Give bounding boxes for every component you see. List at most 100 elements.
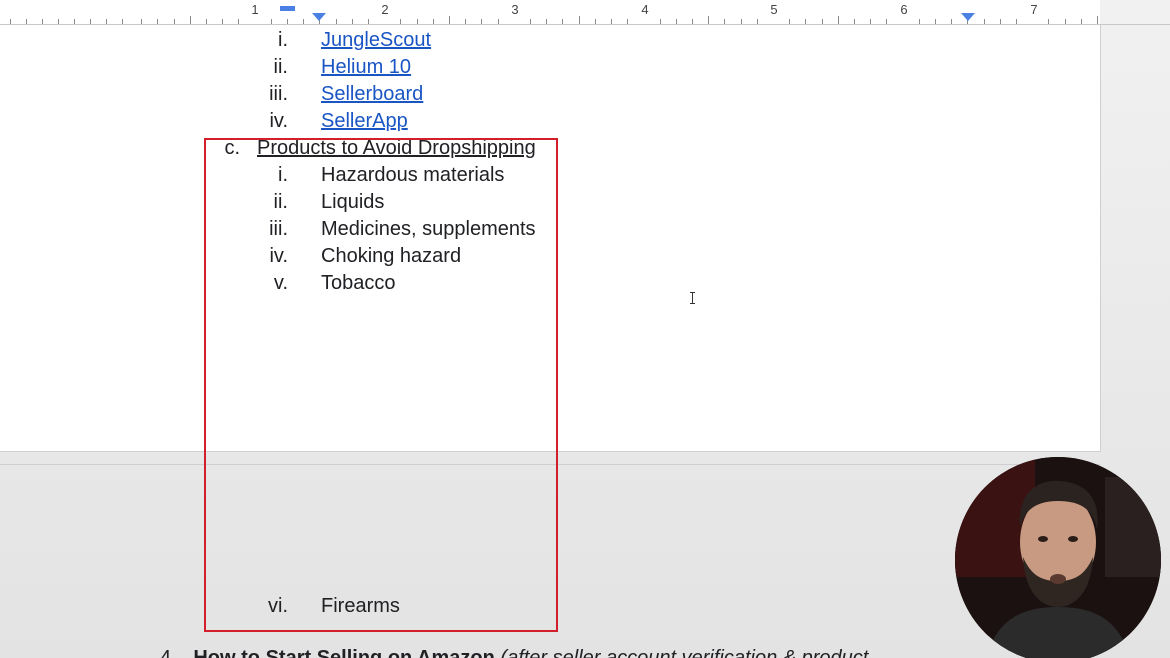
- ruler-number-7: 7: [1030, 2, 1038, 17]
- ruler-tick: [546, 19, 547, 24]
- list-item: iv. SellerApp: [248, 108, 648, 135]
- ruler-tick: [26, 19, 27, 24]
- list-item: v. Tobacco: [248, 270, 648, 297]
- ruler-tick: [951, 19, 952, 24]
- section-heading: c. Products to Avoid Dropshipping: [200, 135, 600, 162]
- ruler-tick: [400, 19, 401, 24]
- next-section-subtitle: (after seller account verification & pro…: [500, 647, 869, 658]
- ruler-tick: [708, 16, 709, 24]
- ruler-tick: [1081, 19, 1082, 24]
- link-helium-10[interactable]: Helium 10: [321, 54, 411, 81]
- ruler-number-5: 5: [770, 2, 778, 17]
- ruler-tick: [789, 19, 790, 24]
- ruler-tick: [141, 19, 142, 24]
- link-junglescout[interactable]: JungleScout: [321, 27, 431, 54]
- ruler-tick: [692, 19, 693, 24]
- ruler-tick: [870, 19, 871, 24]
- ruler-tick: [627, 19, 628, 24]
- list-item: ii. Liquids: [248, 189, 648, 216]
- text-cursor-icon: [690, 292, 696, 304]
- link-sellerboard[interactable]: Sellerboard: [321, 81, 423, 108]
- document-stage: 1 2 3 4 5 6 7 i. JungleScout ii. Helium …: [0, 0, 1170, 658]
- list-item-text: Hazardous materials: [321, 164, 505, 186]
- list-item-text: Liquids: [321, 191, 385, 213]
- next-section-title: How to Start Selling on Amazon: [193, 647, 495, 658]
- ruler-tick: [530, 19, 531, 24]
- ruler-tick: [935, 19, 936, 24]
- ruler-tick: [368, 19, 369, 24]
- ruler-tick: [190, 16, 191, 24]
- left-indent-icon[interactable]: [312, 13, 326, 21]
- list-marker: c.: [224, 137, 240, 159]
- ruler-tick: [336, 19, 337, 24]
- list-marker: iii.: [269, 218, 288, 240]
- list-item: iii. Medicines, supplements: [248, 216, 648, 243]
- list-marker: i.: [278, 164, 288, 186]
- ruler-tick: [10, 19, 11, 24]
- ruler-tick: [417, 19, 418, 24]
- ruler-tick: [481, 19, 482, 24]
- ruler-tick: [433, 19, 434, 24]
- ruler-tick: [1048, 19, 1049, 24]
- list-item: vi. Firearms: [248, 593, 648, 620]
- list-marker: v.: [273, 272, 288, 294]
- ruler-tick: [271, 19, 272, 24]
- ruler-tick: [1065, 19, 1066, 24]
- ruler-tick: [838, 16, 839, 24]
- ruler-tick: [562, 19, 563, 24]
- ruler-tick: [498, 19, 499, 24]
- ruler-tick: [74, 19, 75, 24]
- section-heading-text: Products to Avoid Dropshipping: [257, 137, 536, 159]
- ruler-tick: [611, 19, 612, 24]
- right-indent-icon[interactable]: [961, 13, 975, 21]
- ruler-tick: [206, 19, 207, 24]
- ruler-tick: [106, 19, 107, 24]
- ruler-tick: [1097, 16, 1098, 24]
- ruler-tick: [1000, 19, 1001, 24]
- list-item: i. JungleScout: [248, 27, 648, 54]
- ruler-tick: [676, 19, 677, 24]
- horizontal-ruler[interactable]: 1 2 3 4 5 6 7: [0, 0, 1100, 25]
- presenter-video-icon: [955, 457, 1161, 658]
- webcam-overlay: [955, 457, 1161, 658]
- list-item: ii. Helium 10: [248, 54, 648, 81]
- first-line-indent-icon[interactable]: [280, 6, 295, 11]
- ruler-tick: [660, 19, 661, 24]
- list-marker: vi.: [268, 595, 288, 617]
- page-boundary: [0, 464, 1100, 465]
- list-item-text: Choking hazard: [321, 245, 462, 267]
- ruler-number-6: 6: [900, 2, 908, 17]
- ruler-tick: [822, 19, 823, 24]
- ruler-tick: [919, 19, 920, 24]
- list-item-text: Tobacco: [321, 272, 396, 294]
- list-marker: ii.: [273, 191, 288, 213]
- ruler-tick: [42, 19, 43, 24]
- ruler-tick: [449, 16, 450, 24]
- ruler-tick: [352, 19, 353, 24]
- ruler-tick: [222, 19, 223, 24]
- ruler-number-4: 4: [641, 2, 649, 17]
- ruler-tick: [757, 19, 758, 24]
- list-marker: iii.: [269, 83, 288, 105]
- ruler-tick: [579, 16, 580, 24]
- list-marker: ii.: [273, 56, 288, 78]
- ruler-tick: [724, 19, 725, 24]
- ruler-tick: [984, 19, 985, 24]
- ruler-tick: [741, 19, 742, 24]
- list-item-text: Medicines, supplements: [321, 218, 536, 240]
- ruler-tick: [805, 19, 806, 24]
- ruler-tick: [122, 19, 123, 24]
- link-sellerapp[interactable]: SellerApp: [321, 108, 408, 135]
- list-item-text: Firearms: [321, 595, 400, 617]
- ruler-tick: [1016, 19, 1017, 24]
- ruler-tick: [886, 19, 887, 24]
- document-page[interactable]: i. JungleScout ii. Helium 10 iii. Seller…: [0, 25, 1101, 452]
- list-item: iii. Sellerboard: [248, 81, 648, 108]
- ruler-number-3: 3: [511, 2, 519, 17]
- ruler-tick: [174, 19, 175, 24]
- ruler-number-2: 2: [381, 2, 389, 17]
- ruler-tick: [58, 19, 59, 24]
- ruler-tick: [287, 19, 288, 24]
- ruler-tick: [854, 19, 855, 24]
- ruler-tick: [595, 19, 596, 24]
